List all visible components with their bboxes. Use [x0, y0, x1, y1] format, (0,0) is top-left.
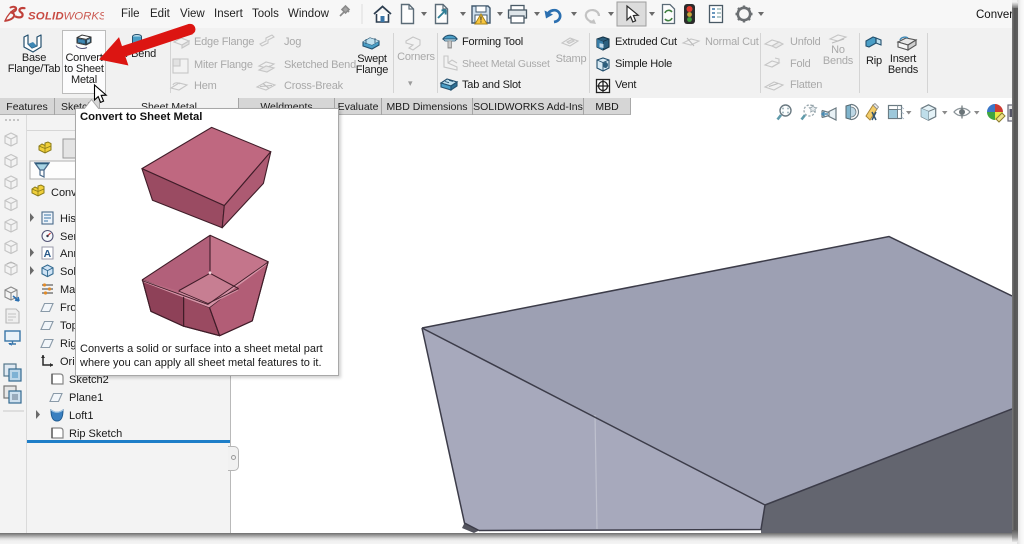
svg-text:SOLID: SOLID [28, 11, 64, 23]
svg-text:!: ! [480, 15, 483, 24]
svg-text:A: A [44, 248, 52, 260]
